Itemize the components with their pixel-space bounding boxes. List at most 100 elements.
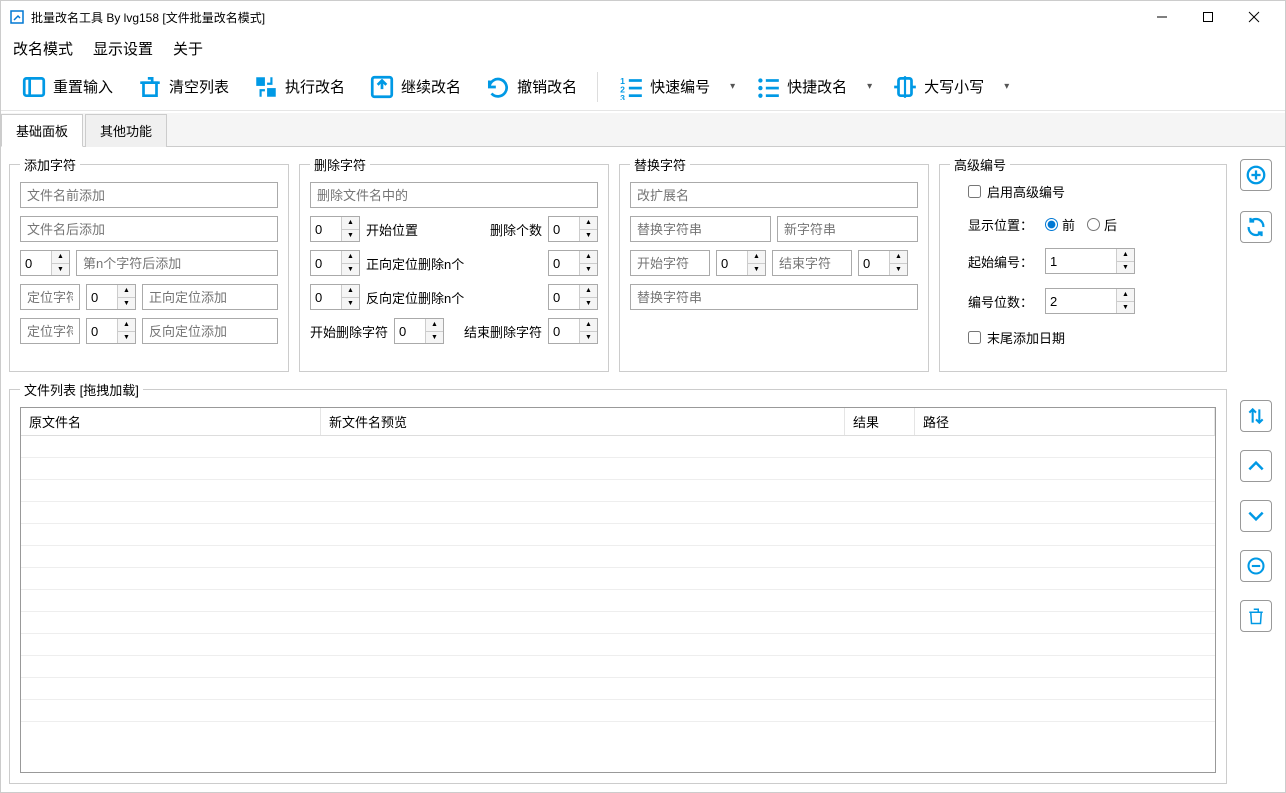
- prefix-input[interactable]: [20, 182, 278, 208]
- quick-rename-button[interactable]: 快捷改名: [747, 70, 855, 104]
- menu-mode[interactable]: 改名模式: [13, 38, 73, 59]
- col-new[interactable]: 新文件名预览: [321, 408, 845, 435]
- enable-number-check[interactable]: 启用高级编号: [968, 182, 1065, 201]
- repstr-input[interactable]: [630, 284, 918, 310]
- table-header: 原文件名 新文件名预览 结果 路径: [21, 408, 1215, 436]
- number-panel: 高级编号 启用高级编号 显示位置： 前 后 起始编号： ▲▼ 编号位数：: [939, 155, 1227, 372]
- add-panel: 添加字符 ▲▼ ▲▼ ▲▼: [9, 155, 289, 372]
- minimize-button[interactable]: [1139, 1, 1185, 33]
- pos-back-radio[interactable]: 后: [1087, 215, 1117, 234]
- quick-number-button[interactable]: 123 快速编号: [610, 70, 718, 104]
- backward-add-input[interactable]: [142, 318, 278, 344]
- endchar-spinner[interactable]: ▲▼: [858, 250, 908, 276]
- execute-button[interactable]: 执行改名: [245, 70, 353, 104]
- table-row[interactable]: [21, 590, 1215, 612]
- table-row[interactable]: [21, 612, 1215, 634]
- table-row[interactable]: [21, 656, 1215, 678]
- startchar-spinner[interactable]: ▲▼: [716, 250, 766, 276]
- replace-legend: 替换字符: [630, 155, 690, 174]
- forward-add-input[interactable]: [142, 284, 278, 310]
- clear-label: 清空列表: [169, 76, 229, 97]
- refresh-button[interactable]: [1240, 211, 1272, 243]
- app-icon: [9, 9, 25, 25]
- locate1-spinner[interactable]: ▲▼: [86, 284, 136, 310]
- start-pos-spinner[interactable]: ▲▼: [310, 216, 360, 242]
- table-row[interactable]: [21, 502, 1215, 524]
- ext-input[interactable]: [630, 182, 918, 208]
- maximize-button[interactable]: [1185, 1, 1231, 33]
- move-up-button[interactable]: [1240, 450, 1272, 482]
- pos-front-radio[interactable]: 前: [1045, 215, 1075, 234]
- reset-button[interactable]: 重置输入: [13, 70, 121, 104]
- endchar-input[interactable]: [772, 250, 852, 276]
- bwd-n-spinner[interactable]: ▲▼: [548, 284, 598, 310]
- clear-button[interactable]: 清空列表: [129, 70, 237, 104]
- table-row[interactable]: [21, 436, 1215, 458]
- undo-button[interactable]: 撤销改名: [477, 70, 585, 104]
- replace-panel: 替换字符 ▲▼ ▲▼: [619, 155, 929, 372]
- table-row[interactable]: [21, 634, 1215, 656]
- locate2-spinner[interactable]: ▲▼: [86, 318, 136, 344]
- col-original[interactable]: 原文件名: [21, 408, 321, 435]
- undo-label: 撤销改名: [517, 76, 577, 97]
- close-button[interactable]: [1231, 1, 1277, 33]
- svg-text:3: 3: [620, 93, 625, 100]
- table-row[interactable]: [21, 546, 1215, 568]
- startdel-spinner[interactable]: ▲▼: [394, 318, 444, 344]
- col-result[interactable]: 结果: [845, 408, 915, 435]
- continue-button[interactable]: 继续改名: [361, 70, 469, 104]
- from-input[interactable]: [630, 216, 771, 242]
- enddel-spinner[interactable]: ▲▼: [548, 318, 598, 344]
- table-row[interactable]: [21, 480, 1215, 502]
- digits-spinner[interactable]: ▲▼: [1045, 288, 1135, 314]
- table-row[interactable]: [21, 524, 1215, 546]
- append-date-check[interactable]: 末尾添加日期: [968, 328, 1065, 347]
- table-row[interactable]: [21, 700, 1215, 722]
- remove-button[interactable]: [1240, 550, 1272, 582]
- tab-other[interactable]: 其他功能: [85, 114, 167, 147]
- table-row[interactable]: [21, 568, 1215, 590]
- table-row[interactable]: [21, 458, 1215, 480]
- bwd-del-spinner[interactable]: ▲▼: [310, 284, 360, 310]
- delete-button[interactable]: [1240, 600, 1272, 632]
- count-spinner[interactable]: ▲▼: [548, 216, 598, 242]
- case-button[interactable]: 大写小写: [884, 70, 992, 104]
- file-table[interactable]: 原文件名 新文件名预览 结果 路径: [20, 407, 1216, 773]
- delete-legend: 删除字符: [310, 155, 370, 174]
- quick-number-dropdown[interactable]: ▾: [726, 81, 739, 92]
- locate1-input[interactable]: [20, 284, 80, 310]
- tab-basic[interactable]: 基础面板: [1, 114, 83, 147]
- case-dropdown[interactable]: ▾: [1000, 81, 1013, 92]
- quick-number-label: 快速编号: [650, 76, 710, 97]
- pos-label: 显示位置：: [968, 215, 1033, 234]
- locate2-input[interactable]: [20, 318, 80, 344]
- quick-rename-label: 快捷改名: [787, 76, 847, 97]
- col-path[interactable]: 路径: [915, 408, 1215, 435]
- count-label: 删除个数: [490, 220, 542, 239]
- nth-spinner[interactable]: ▲▼: [20, 250, 70, 276]
- menu-display[interactable]: 显示设置: [93, 38, 153, 59]
- quick-rename-dropdown[interactable]: ▾: [863, 81, 876, 92]
- move-down-button[interactable]: [1240, 500, 1272, 532]
- start-num-label: 起始编号：: [968, 252, 1033, 271]
- nth-input[interactable]: [76, 250, 278, 276]
- side-buttons-bottom: [1235, 380, 1277, 784]
- to-input[interactable]: [777, 216, 918, 242]
- digits-label: 编号位数：: [968, 292, 1033, 311]
- separator: [597, 72, 598, 102]
- add-circle-button[interactable]: [1240, 159, 1272, 191]
- reset-label: 重置输入: [53, 76, 113, 97]
- startchar-input[interactable]: [630, 250, 710, 276]
- remove-input[interactable]: [310, 182, 598, 208]
- fwd-n-spinner[interactable]: ▲▼: [548, 250, 598, 276]
- fwd-del-spinner[interactable]: ▲▼: [310, 250, 360, 276]
- suffix-input[interactable]: [20, 216, 278, 242]
- start-num-spinner[interactable]: ▲▼: [1045, 248, 1135, 274]
- number-legend: 高级编号: [950, 155, 1010, 174]
- tabs: 基础面板 其他功能: [1, 113, 1285, 147]
- table-body[interactable]: [21, 436, 1215, 772]
- delete-panel: 删除字符 ▲▼ 开始位置 删除个数 ▲▼ ▲▼ 正向定位删除n个 ▲▼ ▲▼: [299, 155, 609, 372]
- menu-about[interactable]: 关于: [173, 38, 203, 59]
- table-row[interactable]: [21, 678, 1215, 700]
- sort-button[interactable]: [1240, 400, 1272, 432]
